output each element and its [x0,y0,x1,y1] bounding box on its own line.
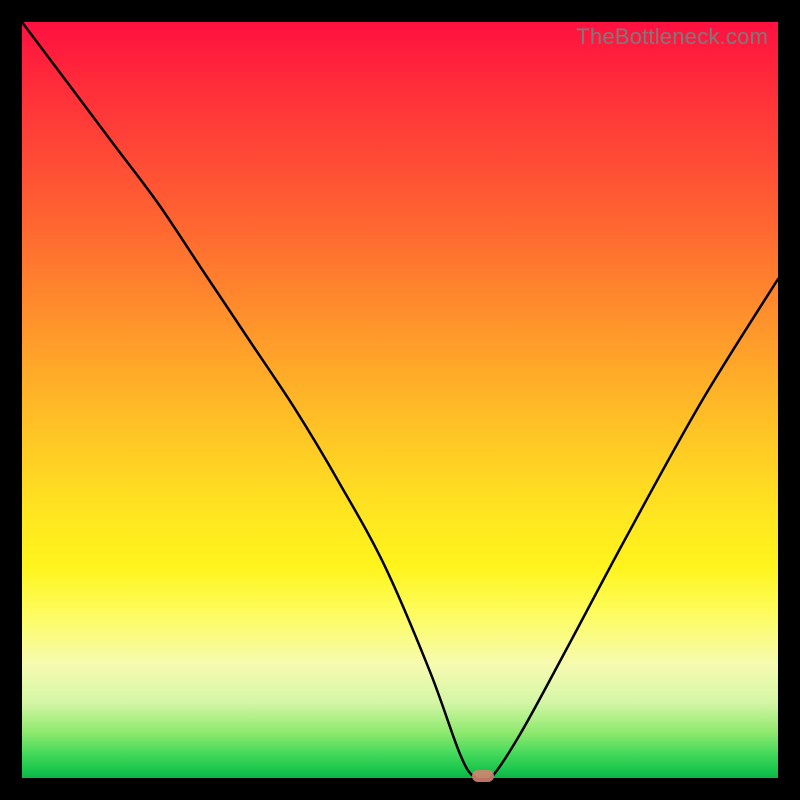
curve-path [22,22,778,778]
plot-area: TheBottleneck.com [22,22,778,778]
optimal-marker [472,770,494,782]
bottleneck-curve [22,22,778,778]
chart-frame: TheBottleneck.com [0,0,800,800]
